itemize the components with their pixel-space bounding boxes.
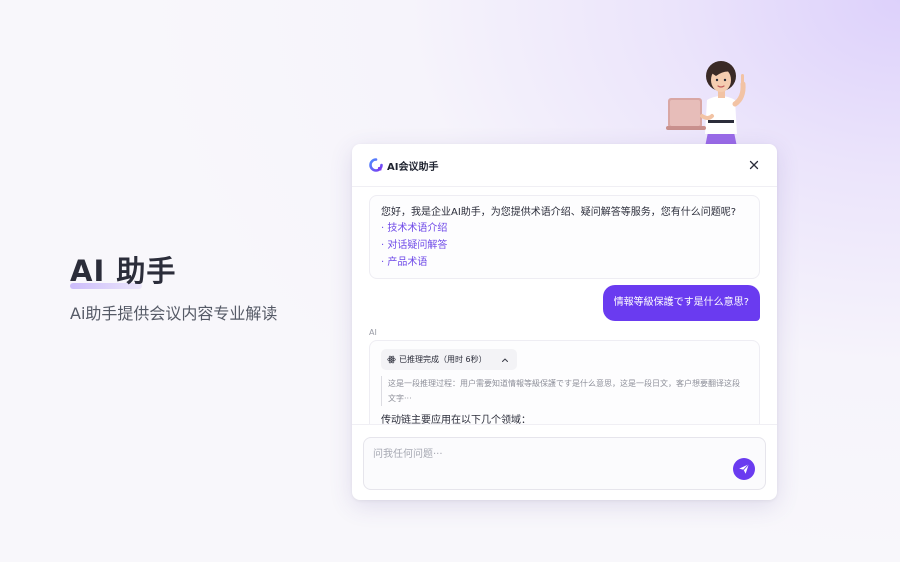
greeting-text: 您好，我是企业AI助手，为您提供术语介绍、疑问解答等服务，您有什么问题呢?: [381, 207, 737, 218]
reasoning-text: 这是一段推理过程：用户需要知道情報等級保護です是什么意思，这是一段日文，客户想要…: [381, 376, 743, 406]
question-input-box[interactable]: [363, 437, 766, 490]
panel-title: AI会议助手: [387, 161, 439, 173]
atom-icon: [387, 355, 396, 364]
reasoning-toggle[interactable]: 已推理完成（用时 6秒）: [381, 349, 517, 370]
close-icon: [749, 160, 759, 170]
topic-link-product[interactable]: · 产品术语: [381, 254, 748, 271]
input-area: [352, 424, 777, 500]
assistant-character-illustration: [666, 61, 746, 152]
send-icon: [739, 463, 750, 474]
chat-history[interactable]: 您好，我是企业AI助手，为您提供术语介绍、疑问解答等服务，您有什么问题呢? · …: [352, 187, 777, 424]
question-input[interactable]: [373, 446, 713, 462]
topic-link-qa[interactable]: · 对话疑问解答: [381, 237, 748, 254]
chevron-up-icon: [501, 358, 508, 362]
answer-text: 传动链主要应用在以下几个领域：: [381, 415, 531, 424]
ai-assistant-panel: AI会议助手 您好，我是企业AI助手，为您提供术语介绍、疑问解答等服务，您有什么…: [352, 144, 777, 500]
hero-subtitle: Ai助手提供会议内容专业解读: [70, 304, 278, 323]
reasoning-status: 已推理完成（用时 6秒）: [399, 355, 487, 364]
user-message: 情報等級保護です是什么意思?: [602, 285, 760, 321]
hero: AI 助手 Ai助手提供会议内容专业解读: [70, 248, 277, 324]
ai-answer-message: 已推理完成（用时 6秒） 这是一段推理过程：用户需要知道情報等級保護です是什么意…: [369, 340, 760, 424]
hero-title: AI 助手: [70, 248, 176, 290]
hero-title-text: AI 助手: [70, 254, 177, 288]
assistant-logo-icon: [369, 158, 383, 172]
send-button[interactable]: [733, 458, 755, 480]
ai-greeting-message: 您好，我是企业AI助手，为您提供术语介绍、疑问解答等服务，您有什么问题呢? · …: [369, 195, 760, 279]
ai-sender-label: AI: [369, 328, 377, 337]
topic-link-terms[interactable]: · 技术术语介绍: [381, 220, 748, 237]
panel-header: AI会议助手: [352, 144, 777, 187]
close-button[interactable]: [747, 158, 761, 172]
